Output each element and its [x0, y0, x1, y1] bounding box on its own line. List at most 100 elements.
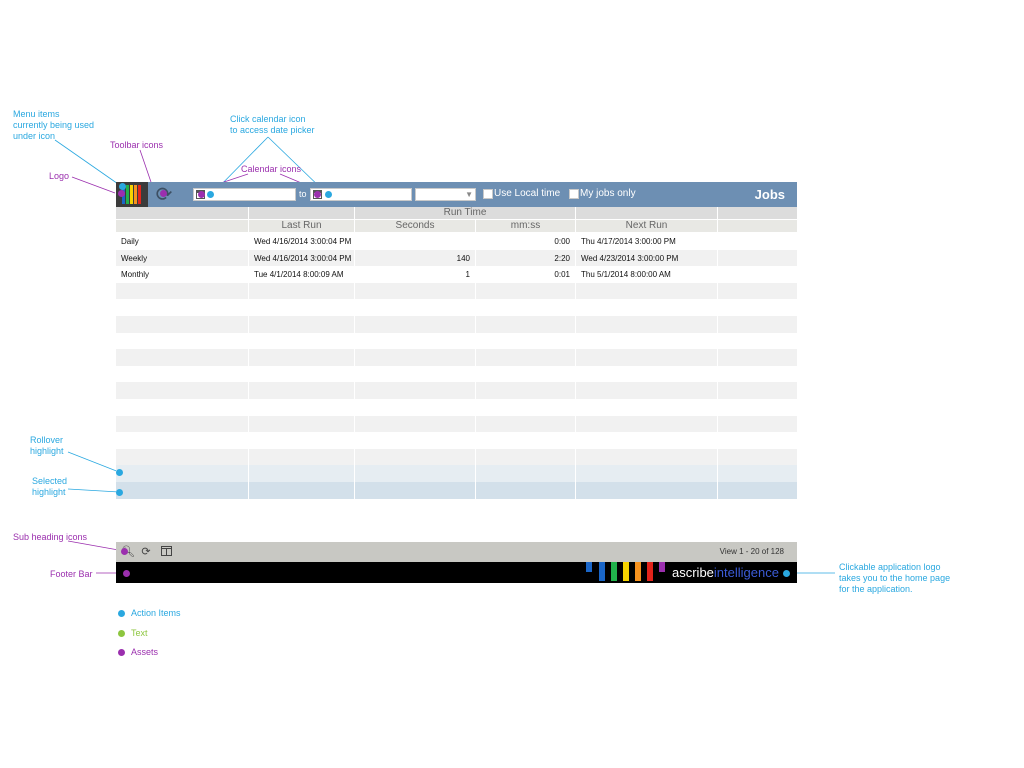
table-cell — [717, 482, 797, 499]
table-row[interactable] — [116, 349, 797, 367]
table-cell — [248, 349, 354, 367]
column-header[interactable] — [116, 220, 248, 232]
columns-icon[interactable] — [160, 546, 172, 558]
table-cell — [475, 415, 575, 433]
table-cell — [354, 399, 475, 416]
header-cell — [248, 207, 354, 219]
table-row[interactable] — [116, 299, 797, 317]
table-group-header: Run Time — [116, 207, 797, 219]
table-cell — [575, 349, 717, 367]
marker-action — [207, 191, 214, 198]
marker-action — [116, 489, 123, 496]
table-row[interactable]: Daily Wed 4/16/2014 3:00:04 PM 0:00 Thu 4/1… — [116, 233, 797, 250]
table-row[interactable] — [116, 448, 797, 466]
legend-action-items: Action Items — [131, 608, 181, 618]
table-cell — [717, 365, 797, 383]
table-cell — [248, 498, 354, 516]
marker-action — [783, 570, 790, 577]
table-row[interactable] — [116, 432, 797, 450]
table-cell — [475, 498, 575, 516]
table-cell: Thu 4/17/2014 3:00:00 PM — [575, 233, 717, 250]
my-jobs-only-checkbox[interactable] — [569, 189, 579, 199]
table-cell — [354, 233, 475, 250]
filter-select[interactable]: ▼ — [415, 188, 476, 201]
table-cell — [717, 399, 797, 416]
table-row[interactable] — [116, 382, 797, 400]
column-header-next-run[interactable]: Next Run — [575, 220, 717, 232]
column-header-last-run[interactable]: Last Run — [248, 220, 354, 232]
table-cell — [248, 299, 354, 317]
logo-stripe — [635, 562, 641, 581]
refresh-icon[interactable]: ⟳ — [140, 546, 152, 558]
table-cell: 140 — [354, 249, 475, 267]
table-cell — [116, 499, 248, 516]
column-header[interactable] — [717, 220, 797, 232]
table-cell — [475, 382, 575, 400]
table-cell — [717, 498, 797, 516]
annotation-calendar-hint: Click calendar icon to access date picke… — [230, 114, 315, 136]
table-cell — [717, 299, 797, 317]
marker-asset — [160, 190, 167, 197]
marker-action — [119, 183, 126, 190]
table-row[interactable] — [116, 316, 797, 333]
table-cell — [116, 449, 248, 466]
table-row[interactable]: Monthly Tue 4/1/2014 8:00:09 AM 1 0:01 Thu 5… — [116, 266, 797, 284]
annotation-sub-heading-icons: Sub heading icons — [13, 532, 88, 542]
marker-asset — [314, 191, 321, 198]
table-row[interactable] — [116, 332, 797, 350]
table-cell — [575, 498, 717, 516]
table-cell — [475, 365, 575, 383]
annotation-line: to access date picker — [230, 125, 315, 135]
table-row[interactable] — [116, 282, 797, 300]
table-cell — [248, 332, 354, 350]
annotation-line: for the application. — [839, 584, 913, 594]
table-row[interactable] — [116, 415, 797, 433]
table-cell — [717, 332, 797, 350]
page-title: Jobs — [754, 187, 785, 202]
column-header-mmss[interactable]: mm:ss — [475, 220, 575, 232]
logo-stripe — [126, 185, 129, 204]
date-separator-label: to — [299, 189, 307, 199]
marker-asset — [198, 191, 205, 198]
annotation-line: highlight — [30, 446, 64, 456]
header-run-time: Run Time — [354, 207, 575, 219]
toolbar: ⟳ to ▼ Use Local time My jobs only Jobs — [116, 182, 797, 207]
logo-text-ascribe: ascribe — [672, 565, 714, 580]
annotation-calendar-icons: Calendar icons — [241, 164, 302, 174]
table-cell — [116, 465, 248, 482]
table-cell — [475, 399, 575, 416]
pagination-status: View 1 - 20 of 128 — [719, 547, 784, 556]
annotation-line: under icon — [13, 131, 56, 141]
table-cell: 2:20 — [475, 249, 575, 267]
table-row[interactable] — [116, 498, 797, 516]
table-cell: Thu 5/1/2014 8:00:00 AM — [575, 266, 717, 284]
application-logo-link[interactable]: ascribeintelligence — [672, 565, 779, 580]
table-row[interactable]: Weekly Wed 4/16/2014 3:00:04 PM 140 2:20 Wed… — [116, 249, 797, 267]
table-cell — [575, 282, 717, 300]
table-cell — [116, 416, 248, 433]
chevron-down-icon: ▼ — [465, 190, 473, 199]
table-cell — [116, 333, 248, 350]
annotation-footer-bar: Footer Bar — [50, 569, 93, 579]
table-row[interactable] — [116, 399, 797, 416]
annotation-line: takes you to the home page — [839, 573, 951, 583]
table-cell — [475, 332, 575, 350]
table-cell — [575, 465, 717, 483]
table-column-header: Last Run Seconds mm:ss Next Run — [116, 220, 797, 232]
annotation-line: highlight — [32, 487, 66, 497]
table-cell — [248, 282, 354, 300]
table-cell — [248, 415, 354, 433]
logo-stripe — [611, 562, 617, 581]
table-cell — [354, 482, 475, 499]
table-cell — [717, 349, 797, 367]
table-cell — [717, 448, 797, 466]
use-local-time-checkbox[interactable] — [483, 189, 493, 199]
table-cell — [575, 299, 717, 317]
column-header-seconds[interactable]: Seconds — [354, 220, 475, 232]
table-cell: 0:01 — [475, 266, 575, 284]
table-cell — [248, 448, 354, 466]
table-row[interactable] — [116, 482, 797, 499]
table-cell — [475, 299, 575, 317]
table-row[interactable] — [116, 365, 797, 383]
table-row[interactable] — [116, 465, 797, 483]
